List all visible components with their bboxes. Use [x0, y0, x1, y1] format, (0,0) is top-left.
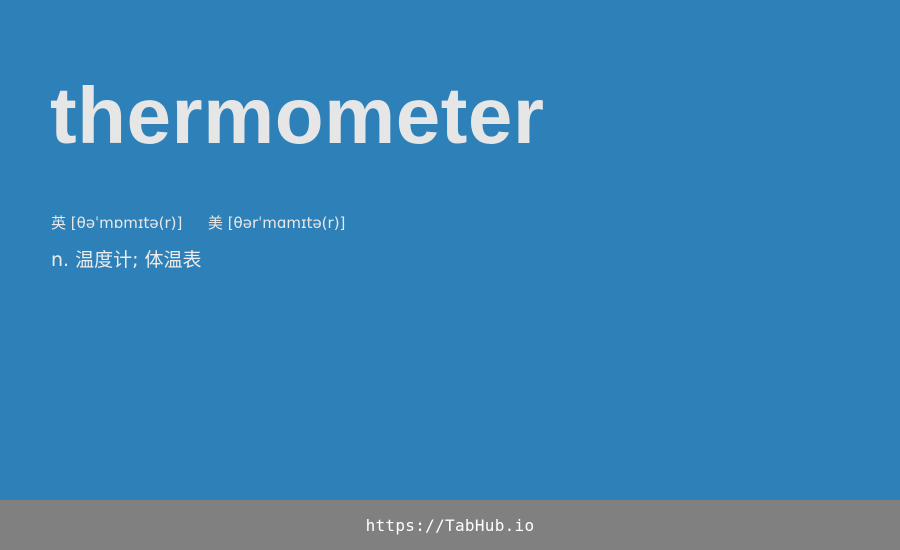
- footer-bar: https://TabHub.io: [0, 500, 900, 550]
- us-phonetic: [θərˈmɑmɪtə(r)]: [227, 214, 346, 232]
- tabhub-link[interactable]: https://TabHub.io: [366, 516, 535, 535]
- word-card: thermometer 英 [θəˈmɒmɪtə(r)] 美 [θərˈmɑmɪ…: [0, 0, 900, 500]
- definition: n. 温度计; 体温表: [51, 249, 202, 271]
- uk-pronunciation-label: 英: [51, 214, 67, 232]
- uk-phonetic: [θəˈmɒmɪtə(r)]: [70, 214, 183, 232]
- pronunciation-row: 英 [θəˈmɒmɪtə(r)] 美 [θərˈmɑmɪtə(r)]: [51, 213, 345, 233]
- us-pronunciation-label: 美: [207, 214, 223, 232]
- headword: thermometer: [50, 71, 545, 160]
